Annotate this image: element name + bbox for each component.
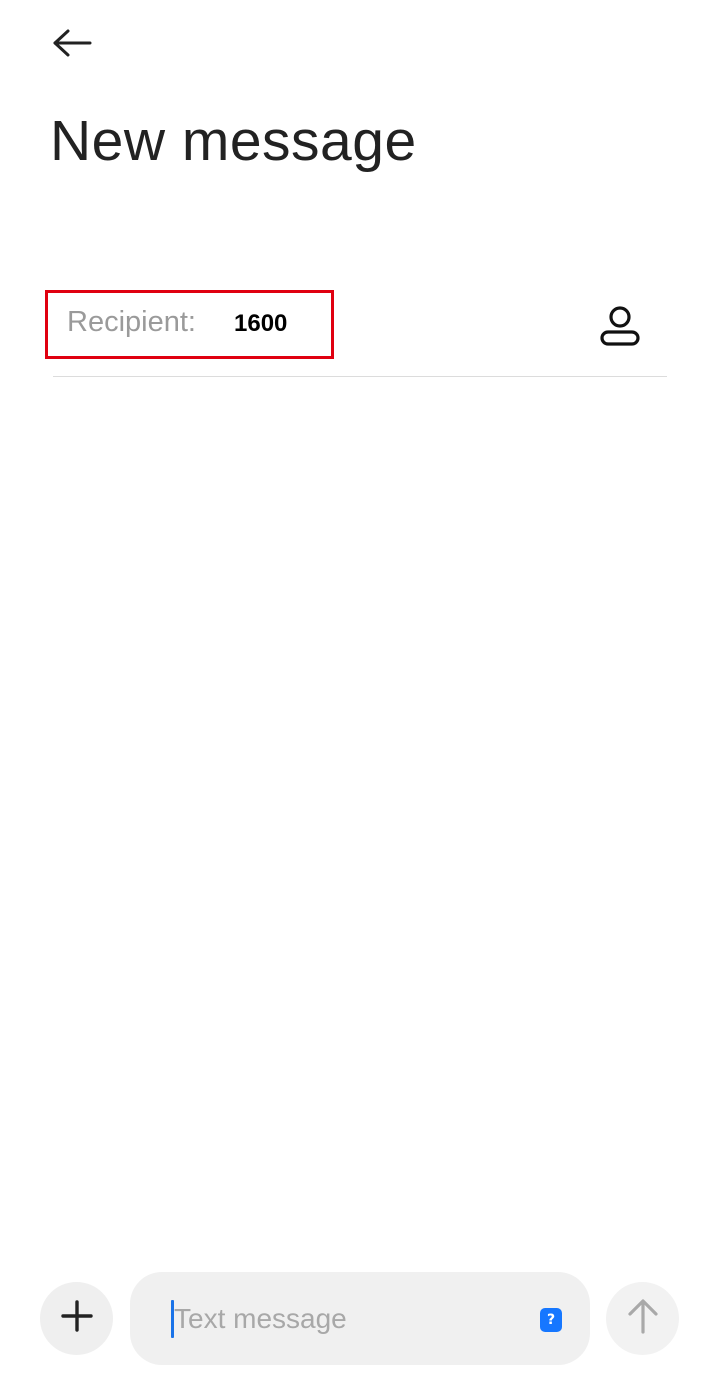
contact-picker-button[interactable] <box>592 300 648 356</box>
recipient-input[interactable]: 1600 <box>234 310 287 338</box>
composer-bar: ? <box>0 1270 720 1370</box>
person-icon <box>599 305 641 352</box>
back-button[interactable] <box>44 22 100 68</box>
arrow-left-icon <box>52 28 92 63</box>
attach-button[interactable] <box>40 1282 113 1355</box>
recipient-label: Recipient: <box>67 306 196 338</box>
message-input-container[interactable]: ? <box>130 1272 590 1365</box>
page-title: New message <box>50 109 417 173</box>
plus-icon <box>60 1299 94 1338</box>
message-area <box>0 380 720 1260</box>
arrow-up-icon <box>625 1297 661 1340</box>
message-input[interactable] <box>174 1296 524 1342</box>
sim-selector-icon[interactable]: ? <box>540 1308 562 1332</box>
send-button[interactable] <box>606 1282 679 1355</box>
